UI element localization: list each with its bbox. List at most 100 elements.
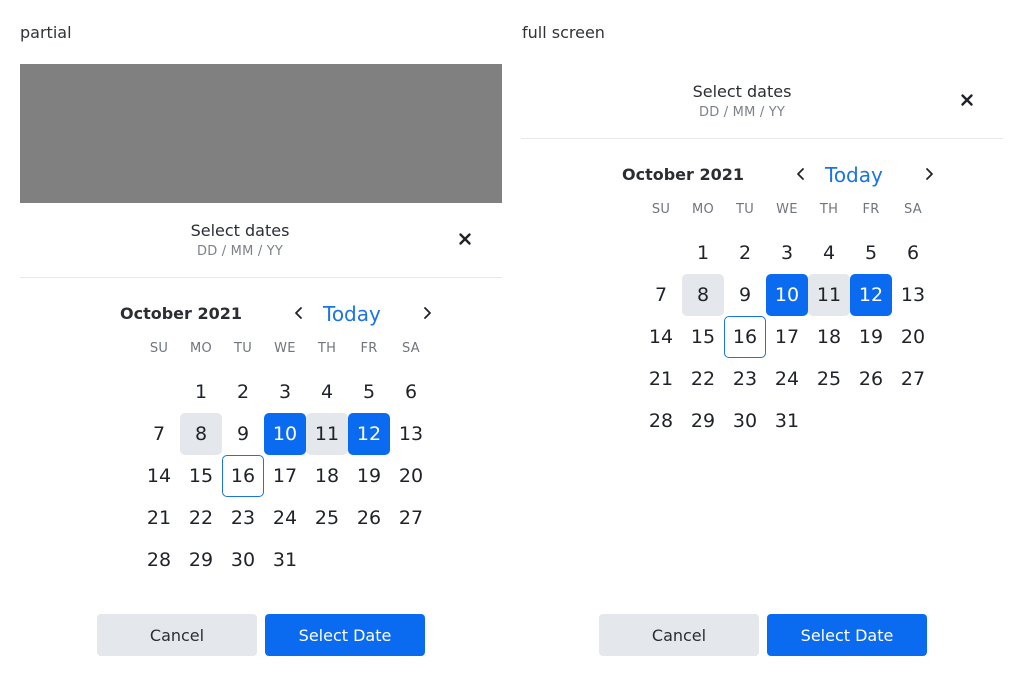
day-cell[interactable]: 30 [222,539,264,581]
day-cell[interactable]: 14 [138,455,180,497]
day-cell[interactable]: 24 [766,358,808,400]
day-cell-in-range[interactable]: 11 [306,413,348,455]
day-cell[interactable]: 5 [348,371,390,413]
day-cell[interactable]: 9 [222,413,264,455]
full-screen-label: full screen [522,23,605,42]
day-cell[interactable]: 25 [808,358,850,400]
day-cell[interactable]: 22 [682,358,724,400]
day-cell[interactable]: 31 [264,539,306,581]
day-cell[interactable]: 28 [640,400,682,442]
picker-header: Select dates DD / MM / YY [20,203,502,278]
day-cell[interactable]: 2 [222,371,264,413]
day-cell[interactable]: 25 [306,497,348,539]
weekday-label: SU [651,202,671,217]
day-cell-today[interactable]: 16 [724,316,766,358]
day-cell-today[interactable]: 16 [222,455,264,497]
day-cell[interactable]: 1 [682,232,724,274]
day-cell[interactable]: 9 [724,274,766,316]
day-cell[interactable]: 15 [682,316,724,358]
weekday-label: WE [776,202,798,217]
day-cell[interactable]: 26 [850,358,892,400]
modal-backdrop[interactable] [20,64,502,203]
full-screen-date-picker: Select dates DD / MM / YY [521,64,1003,139]
today-button[interactable]: Today [825,163,883,187]
day-cell[interactable]: 31 [766,400,808,442]
chevron-right-icon[interactable] [920,165,938,183]
picker-header: Select dates DD / MM / YY [521,64,1003,139]
day-cell-in-range[interactable]: 8 [180,413,222,455]
partial-date-picker: Select dates DD / MM / YY [20,203,502,278]
day-cell[interactable]: 18 [808,316,850,358]
select-date-button[interactable]: Select Date [265,614,425,656]
month-label: October 2021 [119,304,243,323]
day-cell[interactable]: 4 [306,371,348,413]
day-cell[interactable]: 23 [724,358,766,400]
day-cell[interactable]: 1 [180,371,222,413]
weekday-label: WE [274,341,296,356]
day-cell-selected[interactable]: 12 [348,413,390,455]
day-cell[interactable]: 13 [892,274,934,316]
day-cell[interactable]: 3 [766,232,808,274]
day-cell-in-range[interactable]: 11 [808,274,850,316]
day-cell[interactable]: 27 [892,358,934,400]
month-label: October 2021 [621,165,745,184]
close-icon[interactable] [456,230,474,248]
day-cell[interactable]: 19 [348,455,390,497]
day-cell[interactable]: 5 [850,232,892,274]
picker-subtitle: DD / MM / YY [698,105,786,120]
day-cell-selected[interactable]: 12 [850,274,892,316]
weekday-header: SU MO TU WE TH FR SA [640,202,934,222]
day-cell[interactable]: 24 [264,497,306,539]
picker-title: Select dates [692,82,792,101]
weekday-label: FR [360,341,378,356]
day-cell-in-range[interactable]: 8 [682,274,724,316]
weekday-header: SU MO TU WE TH FR SA [138,341,432,361]
weekday-label: SA [904,202,922,217]
day-cell[interactable]: 6 [390,371,432,413]
day-cell[interactable]: 26 [348,497,390,539]
month-nav: October 2021 Today [118,297,438,327]
close-icon[interactable] [958,91,976,109]
select-date-button[interactable]: Select Date [767,614,927,656]
day-cell-selected[interactable]: 10 [264,413,306,455]
day-cell-selected[interactable]: 10 [766,274,808,316]
day-cell[interactable]: 29 [682,400,724,442]
day-cell[interactable]: 20 [892,316,934,358]
day-cell[interactable]: 17 [766,316,808,358]
day-cell[interactable]: 23 [222,497,264,539]
day-cell[interactable]: 17 [264,455,306,497]
day-cell[interactable]: 28 [138,539,180,581]
today-button[interactable]: Today [323,302,381,326]
chevron-left-icon[interactable] [290,304,308,322]
day-cell[interactable]: 21 [138,497,180,539]
day-cell[interactable]: 21 [640,358,682,400]
weekday-label: SU [149,341,169,356]
day-cell[interactable]: 19 [850,316,892,358]
picker-title: Select dates [190,221,290,240]
day-cell[interactable]: 27 [390,497,432,539]
chevron-right-icon[interactable] [418,304,436,322]
weekday-label: TU [233,341,253,356]
weekday-label: MO [691,202,715,217]
day-cell[interactable]: 18 [306,455,348,497]
day-cell[interactable]: 6 [892,232,934,274]
day-cell[interactable]: 7 [640,274,682,316]
empty-day-cell [640,232,682,274]
chevron-left-icon[interactable] [792,165,810,183]
weekday-label: SA [402,341,420,356]
day-cell[interactable]: 22 [180,497,222,539]
day-cell[interactable]: 20 [390,455,432,497]
day-cell[interactable]: 2 [724,232,766,274]
cancel-button[interactable]: Cancel [97,614,257,656]
day-cell[interactable]: 13 [390,413,432,455]
weekday-label: MO [189,341,213,356]
day-cell[interactable]: 7 [138,413,180,455]
day-cell[interactable]: 3 [264,371,306,413]
day-cell[interactable]: 29 [180,539,222,581]
day-cell[interactable]: 15 [180,455,222,497]
day-cell[interactable]: 14 [640,316,682,358]
day-cell[interactable]: 30 [724,400,766,442]
day-grid: 1 2 3 4 5 6 7 8 9 10 11 12 13 14 15 16 17 18 19 20 21 22 23 24 2… [138,371,432,581]
day-cell[interactable]: 4 [808,232,850,274]
cancel-button[interactable]: Cancel [599,614,759,656]
